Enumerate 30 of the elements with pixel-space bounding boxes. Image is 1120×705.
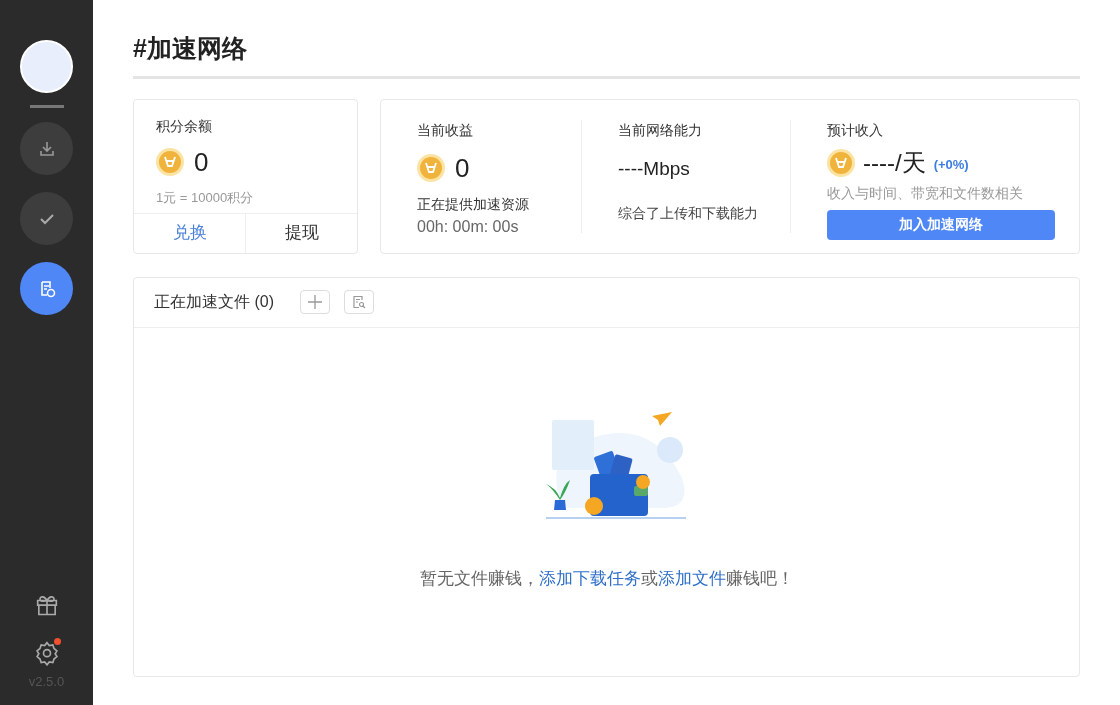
earnings-status: 正在提供加速资源 [417, 194, 530, 214]
earnings-label: 当前收益 [417, 120, 474, 140]
avatar[interactable] [20, 40, 73, 93]
uptime-timer: 00h: 00m: 00s [417, 216, 520, 237]
forecast-label: 预计收入 [827, 120, 884, 140]
balance-value: 0 [194, 145, 209, 179]
exchange-rate: 1元 = 10000积分 [156, 188, 255, 207]
coin-icon [417, 154, 445, 182]
empty-message: 暂无文件赚钱，添加下载任务或添加文件赚钱吧！ [419, 567, 794, 590]
forecast-note: 收入与时间、带宽和文件数相关 [827, 183, 1024, 203]
message-link[interactable]: 添加下载任务 [538, 568, 641, 588]
join-network-button[interactable]: 加入加速网络 [827, 209, 1055, 240]
withdraw-button[interactable]: 提现 [245, 213, 357, 253]
forecast-change: (+0%) [933, 155, 969, 174]
coin-icon [827, 148, 855, 177]
document-clock-icon[interactable] [20, 262, 73, 315]
earnings-value: 0 [455, 151, 470, 185]
exchange-button[interactable]: 兑换 [134, 213, 245, 253]
download-icon[interactable] [20, 122, 73, 175]
page-title: #加速网络 [133, 30, 1080, 79]
forecast-value: ----/天 [863, 147, 926, 178]
files-title: 正在加速文件 (0) [154, 292, 274, 312]
coin-icon [156, 148, 184, 176]
check-icon[interactable] [20, 192, 73, 245]
message-link[interactable]: 添加文件 [657, 568, 726, 588]
search-file-icon[interactable] [344, 290, 374, 314]
network-note: 综合了上传和下载能力 [618, 204, 759, 223]
network-speed: ----Mbps [618, 156, 691, 181]
network-label: 当前网络能力 [618, 120, 703, 140]
balance-label: 积分余额 [156, 116, 213, 136]
